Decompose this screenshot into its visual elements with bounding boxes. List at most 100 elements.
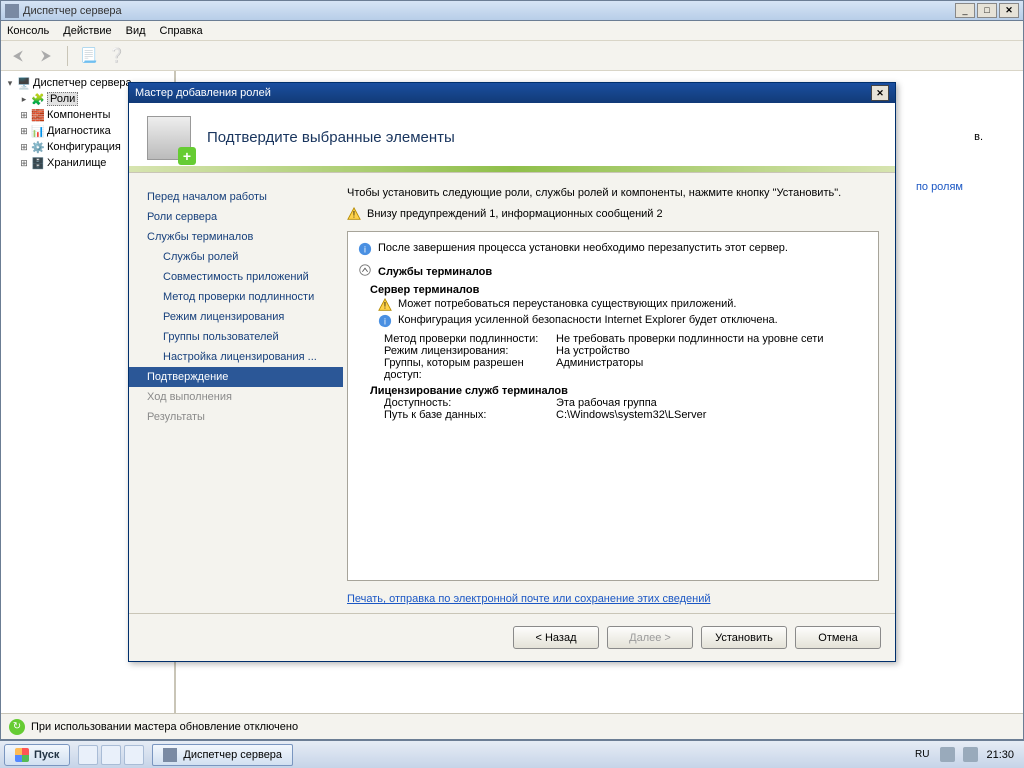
info-text: Конфигурация усиленной безопасности Inte…: [398, 314, 778, 326]
close-button[interactable]: ✕: [999, 3, 1019, 18]
info-text: После завершения процесса установки необ…: [378, 242, 788, 254]
sub-terminal-server: Сервер терминалов: [358, 284, 868, 296]
sub-ts-licensing: Лицензирование служб терминалов: [358, 385, 868, 397]
menubar: Консоль Действие Вид Справка: [1, 21, 1023, 41]
quick-launch: [78, 745, 144, 765]
expander-icon[interactable]: ⊞: [19, 158, 29, 169]
refresh-button[interactable]: 📃: [78, 45, 100, 67]
titlebar[interactable]: Диспетчер сервера _ □ ✕: [1, 1, 1023, 21]
print-export-link[interactable]: Печать, отправка по электронной почте ил…: [347, 593, 879, 605]
confirmation-details[interactable]: i После завершения процесса установки не…: [347, 231, 879, 581]
tree-label: Роли: [47, 92, 78, 106]
language-indicator[interactable]: RU: [912, 748, 932, 761]
kv-val: Администраторы: [556, 357, 643, 381]
status-text: При использовании мастера обновление отк…: [31, 721, 298, 733]
components-icon: 🧱: [31, 108, 45, 122]
svg-text:i: i: [364, 245, 366, 255]
nav-server-roles[interactable]: Роли сервера: [129, 207, 343, 227]
kv-key: Метод проверки подлинности:: [384, 333, 556, 345]
expander-icon[interactable]: ⊞: [19, 110, 29, 121]
wizard-close-button[interactable]: ✕: [871, 85, 889, 101]
warn-summary: Внизу предупреждений 1, информационных с…: [367, 208, 663, 220]
wizard-buttons: < Назад Далее > Установить Отмена: [129, 613, 895, 661]
svg-text:!: !: [353, 210, 355, 220]
nav-role-services[interactable]: Службы ролей: [129, 247, 343, 267]
expander-icon[interactable]: ⊞: [19, 142, 29, 153]
kv-val: На устройство: [556, 345, 630, 357]
windows-logo-icon: [15, 748, 29, 762]
quick-launch-item[interactable]: [101, 745, 121, 765]
wizard-nav: Перед началом работы Роли сервера Службы…: [129, 173, 343, 613]
nav-confirmation[interactable]: Подтверждение: [129, 367, 343, 387]
nav-terminal-services[interactable]: Службы терминалов: [129, 227, 343, 247]
kv-val: Эта рабочая группа: [556, 397, 657, 409]
window-title: Диспетчер сервера: [23, 5, 955, 17]
section-terminal-services: Службы терминалов: [378, 266, 492, 278]
storage-icon: 🗄️: [31, 156, 45, 170]
warning-icon: !: [347, 207, 361, 221]
wizard-titlebar[interactable]: Мастер добавления ролей ✕: [129, 83, 895, 103]
taskbar[interactable]: Пуск Диспетчер сервера RU 21:30: [0, 740, 1024, 768]
next-button: Далее >: [607, 626, 693, 649]
kv-key: Путь к базе данных:: [384, 409, 556, 421]
kv-val: C:\Windows\system32\LServer: [556, 409, 706, 421]
quick-launch-item[interactable]: [78, 745, 98, 765]
wizard-header: Подтвердите выбранные элементы: [129, 103, 895, 173]
nav-before-you-begin[interactable]: Перед началом работы: [129, 187, 343, 207]
expander-icon[interactable]: ▾: [5, 78, 15, 89]
text-fragment: в.: [974, 131, 983, 143]
add-roles-wizard: Мастер добавления ролей ✕ Подтвердите вы…: [128, 82, 896, 662]
tray-icon[interactable]: [963, 747, 978, 762]
roles-link[interactable]: по ролям: [916, 181, 963, 193]
tree-label: Конфигурация: [47, 141, 121, 153]
toolbar-separator: [67, 46, 68, 66]
start-label: Пуск: [34, 749, 59, 761]
forward-button: ⮞: [35, 45, 57, 67]
minimize-button[interactable]: _: [955, 3, 975, 18]
diagnostics-icon: 📊: [31, 124, 45, 138]
start-button[interactable]: Пуск: [4, 744, 70, 766]
taskbar-app-button[interactable]: Диспетчер сервера: [152, 744, 293, 766]
menu-view[interactable]: Вид: [126, 25, 146, 37]
intro-text: Чтобы установить следующие роли, службы …: [347, 187, 879, 199]
nav-progress: Ход выполнения: [129, 387, 343, 407]
help-button[interactable]: ❔: [106, 45, 128, 67]
warn-text: Может потребоваться переустановка сущест…: [398, 298, 736, 310]
wizard-title: Мастер добавления ролей: [135, 87, 271, 99]
wizard-icon: [147, 116, 191, 160]
server-icon: 🖥️: [17, 76, 31, 90]
nav-auth-method[interactable]: Метод проверки подлинности: [129, 287, 343, 307]
nav-app-compat[interactable]: Совместимость приложений: [129, 267, 343, 287]
back-button[interactable]: < Назад: [513, 626, 599, 649]
wizard-content: Чтобы установить следующие роли, службы …: [343, 173, 895, 613]
collapse-icon[interactable]: [358, 263, 372, 280]
info-icon: i: [378, 314, 392, 331]
wizard-heading: Подтвердите выбранные элементы: [207, 129, 455, 146]
menu-help[interactable]: Справка: [160, 25, 203, 37]
roles-icon: 🧩: [31, 92, 45, 106]
app-icon: [5, 4, 19, 18]
toolbar: ⮜ ⮞ 📃 ❔: [1, 41, 1023, 71]
clock[interactable]: 21:30: [986, 749, 1014, 761]
kv-key: Группы, которым разрешен доступ:: [384, 357, 556, 381]
cancel-button[interactable]: Отмена: [795, 626, 881, 649]
expander-icon[interactable]: ▸: [19, 94, 29, 105]
tray-icon[interactable]: [940, 747, 955, 762]
quick-launch-item[interactable]: [124, 745, 144, 765]
system-tray: RU 21:30: [906, 747, 1020, 762]
nav-licensing-mode[interactable]: Режим лицензирования: [129, 307, 343, 327]
install-button[interactable]: Установить: [701, 626, 787, 649]
menu-console[interactable]: Консоль: [7, 25, 49, 37]
nav-results: Результаты: [129, 407, 343, 427]
nav-licensing-config[interactable]: Настройка лицензирования ...: [129, 347, 343, 367]
nav-user-groups[interactable]: Группы пользователей: [129, 327, 343, 347]
back-button: ⮜: [7, 45, 29, 67]
config-icon: ⚙️: [31, 140, 45, 154]
expander-icon[interactable]: ⊞: [19, 126, 29, 137]
maximize-button[interactable]: □: [977, 3, 997, 18]
kv-key: Режим лицензирования:: [384, 345, 556, 357]
kv-val: Не требовать проверки подлинности на уро…: [556, 333, 823, 345]
warning-icon: !: [378, 298, 392, 312]
tree-label: Компоненты: [47, 109, 110, 121]
menu-action[interactable]: Действие: [63, 25, 111, 37]
